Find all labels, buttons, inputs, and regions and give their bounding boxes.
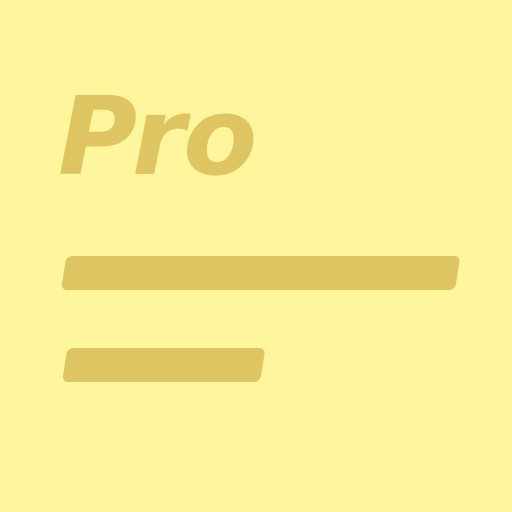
icon-label: Pro bbox=[58, 75, 257, 200]
short-line-icon bbox=[62, 348, 266, 382]
app-icon: Pro bbox=[0, 0, 512, 512]
long-line-icon bbox=[61, 256, 461, 290]
